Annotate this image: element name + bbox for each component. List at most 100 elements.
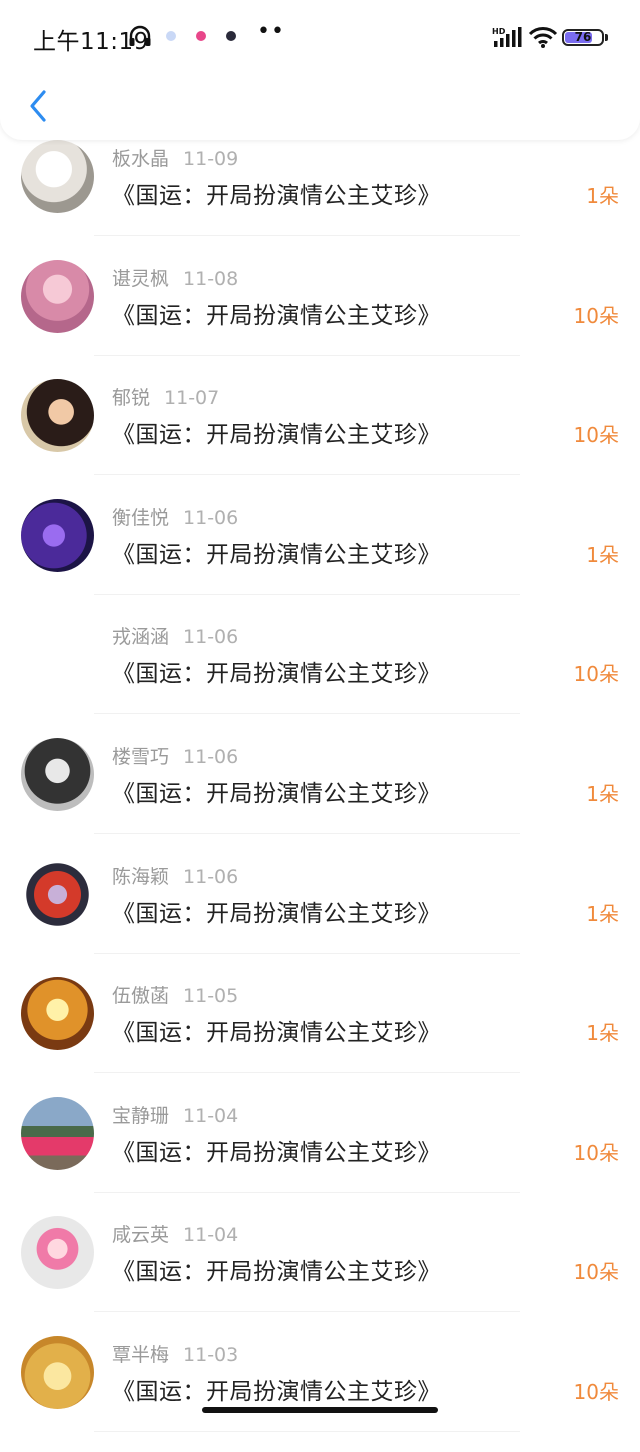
row-divider	[94, 594, 520, 595]
book-title: 《国运：开局扮演情公主艾珍》	[112, 661, 441, 687]
flower-amount: 10朵	[573, 1260, 619, 1284]
flower-amount: 10朵	[573, 423, 619, 447]
user-line: 郁锐 11-07	[112, 383, 219, 410]
gift-record-row[interactable]: 戎涵涵 11-06 《国运：开局扮演情公主艾珍》 10朵	[0, 614, 640, 734]
record-date: 11-04	[183, 1105, 239, 1127]
gift-record-row[interactable]: 楼雪巧 11-06 《国运：开局扮演情公主艾珍》 1朵	[0, 734, 640, 854]
book-title: 《国运：开局扮演情公主艾珍》	[112, 422, 441, 448]
row-divider	[94, 1072, 520, 1073]
book-title: 《国运：开局扮演情公主艾珍》	[112, 1020, 441, 1046]
home-indicator[interactable]	[202, 1407, 438, 1413]
gift-record-row[interactable]: 伍傲菡 11-05 《国运：开局扮演情公主艾珍》 1朵	[0, 973, 640, 1093]
user-line: 伍傲菡 11-05	[112, 981, 238, 1008]
user-line: 谌灵枫 11-08	[112, 264, 238, 291]
avatar[interactable]	[21, 1097, 94, 1170]
user-name: 板水晶	[112, 148, 170, 170]
user-name: 覃半梅	[112, 1344, 170, 1366]
user-line: 板水晶 11-09	[112, 144, 238, 171]
headphone-icon	[128, 25, 152, 51]
chevron-left-icon	[30, 90, 46, 122]
avatar[interactable]	[21, 977, 94, 1050]
back-button[interactable]	[18, 86, 58, 126]
gift-record-row[interactable]: 咸云英 11-04 《国运：开局扮演情公主艾珍》 10朵	[0, 1212, 640, 1332]
row-divider	[94, 235, 520, 236]
wifi-icon	[528, 26, 558, 52]
user-line: 楼雪巧 11-06	[112, 742, 238, 769]
user-name: 谌灵枫	[112, 268, 170, 290]
notification-dot-3-icon	[226, 31, 236, 41]
avatar[interactable]	[21, 379, 94, 452]
user-line: 覃半梅 11-03	[112, 1340, 238, 1367]
user-name: 郁锐	[112, 387, 151, 409]
avatar[interactable]	[21, 499, 94, 572]
record-date: 11-06	[183, 507, 239, 529]
user-line: 咸云英 11-04	[112, 1220, 238, 1247]
user-name: 宝静珊	[112, 1105, 170, 1127]
record-date: 11-09	[183, 148, 239, 170]
record-date: 11-06	[183, 626, 239, 648]
flower-amount: 10朵	[573, 1141, 619, 1165]
status-bar: 上午11:19 •• HD 76	[0, 0, 640, 76]
flower-amount: 1朵	[586, 543, 619, 567]
flower-amount: 1朵	[586, 782, 619, 806]
user-line: 宝静珊 11-04	[112, 1101, 238, 1128]
avatar[interactable]	[21, 140, 94, 213]
user-name: 咸云英	[112, 1224, 170, 1246]
user-name: 陈海颖	[112, 866, 170, 888]
avatar[interactable]	[21, 1216, 94, 1289]
row-divider	[94, 1192, 520, 1193]
book-title: 《国运：开局扮演情公主艾珍》	[112, 542, 441, 568]
gift-record-row[interactable]: 板水晶 11-09 《国运：开局扮演情公主艾珍》 1朵	[0, 136, 640, 256]
record-date: 11-06	[183, 866, 239, 888]
record-date: 11-08	[183, 268, 239, 290]
gift-record-row[interactable]: 谌灵枫 11-08 《国运：开局扮演情公主艾珍》 10朵	[0, 256, 640, 376]
record-date: 11-05	[183, 985, 239, 1007]
book-title: 《国运：开局扮演情公主艾珍》	[112, 901, 441, 927]
user-name: 伍傲菡	[112, 985, 170, 1007]
book-title: 《国运：开局扮演情公主艾珍》	[112, 1140, 441, 1166]
record-date: 11-07	[164, 387, 220, 409]
flower-amount: 1朵	[586, 902, 619, 926]
flower-amount: 1朵	[586, 1021, 619, 1045]
more-notifications-icon: ••	[257, 19, 285, 44]
gift-record-row[interactable]: 覃半梅 11-03 《国运：开局扮演情公主艾珍》 10朵	[0, 1332, 640, 1452]
gift-record-row[interactable]: 衡佳悦 11-06 《国运：开局扮演情公主艾珍》 1朵	[0, 495, 640, 615]
row-divider	[94, 355, 520, 356]
user-line: 戎涵涵 11-06	[112, 622, 238, 649]
avatar[interactable]	[21, 738, 94, 811]
avatar[interactable]	[21, 1336, 94, 1409]
user-line: 衡佳悦 11-06	[112, 503, 238, 530]
avatar[interactable]	[21, 260, 94, 333]
book-title: 《国运：开局扮演情公主艾珍》	[112, 1379, 441, 1405]
signal-icon: HD	[492, 27, 522, 51]
user-line: 陈海颖 11-06	[112, 862, 238, 889]
flower-amount: 10朵	[573, 304, 619, 328]
row-divider	[94, 833, 520, 834]
row-divider	[94, 953, 520, 954]
gift-record-row[interactable]: 宝静珊 11-04 《国运：开局扮演情公主艾珍》 10朵	[0, 1093, 640, 1213]
row-divider	[94, 1431, 520, 1432]
svg-text:HD: HD	[492, 27, 506, 36]
book-title: 《国运：开局扮演情公主艾珍》	[112, 1259, 441, 1285]
gift-record-row[interactable]: 陈海颖 11-06 《国运：开局扮演情公主艾珍》 1朵	[0, 854, 640, 974]
book-title: 《国运：开局扮演情公主艾珍》	[112, 183, 441, 209]
record-date: 11-03	[183, 1344, 239, 1366]
user-name: 衡佳悦	[112, 507, 170, 529]
notification-dot-2-icon	[196, 31, 206, 41]
flower-amount: 10朵	[573, 662, 619, 686]
row-divider	[94, 1311, 520, 1312]
book-title: 《国运：开局扮演情公主艾珍》	[112, 303, 441, 329]
user-name: 戎涵涵	[112, 626, 170, 648]
book-title: 《国运：开局扮演情公主艾珍》	[112, 781, 441, 807]
user-name: 楼雪巧	[112, 746, 170, 768]
header: 上午11:19 •• HD 76	[0, 0, 640, 140]
avatar[interactable]	[21, 618, 94, 691]
notification-dot-1-icon	[166, 31, 176, 41]
battery-level: 76	[574, 30, 592, 44]
row-divider	[94, 474, 520, 475]
record-date: 11-06	[183, 746, 239, 768]
battery-icon: 76	[562, 29, 604, 46]
avatar[interactable]	[21, 858, 94, 931]
flower-amount: 10朵	[573, 1380, 619, 1404]
gift-record-row[interactable]: 郁锐 11-07 《国运：开局扮演情公主艾珍》 10朵	[0, 375, 640, 495]
